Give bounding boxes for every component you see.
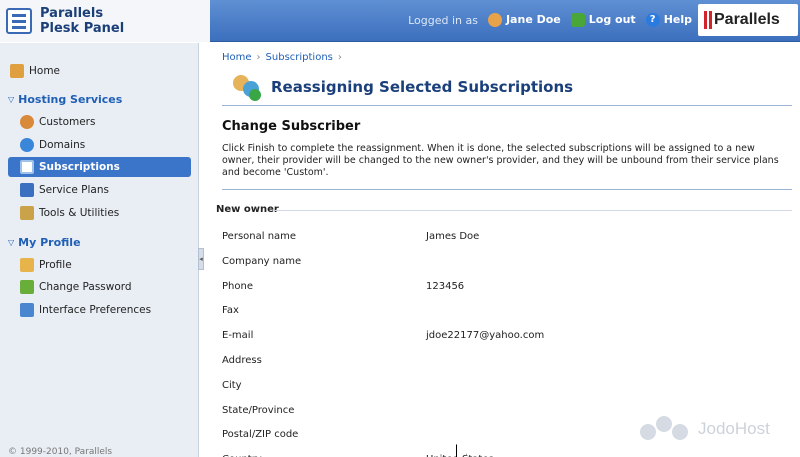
user-icon bbox=[487, 13, 502, 27]
sidebar-collapse-handle[interactable]: ◂ bbox=[198, 248, 204, 270]
product-name-line1: Parallels bbox=[40, 6, 104, 21]
product-name-line2: Plesk Panel bbox=[40, 21, 125, 36]
field-label: Company name bbox=[222, 255, 302, 267]
field-label: State/Province bbox=[222, 404, 295, 416]
breadcrumb: Home › Subscriptions › bbox=[222, 52, 347, 63]
sidebar: Home ▽ Hosting Services Customers Domain… bbox=[0, 43, 199, 457]
group-title-new-owner: New owner bbox=[216, 204, 279, 215]
user-name: Jane Doe bbox=[505, 13, 561, 26]
help-link[interactable]: ? Help bbox=[645, 13, 692, 27]
page-title: Reassigning Selected Subscriptions bbox=[271, 78, 574, 96]
section-heading: Change Subscriber bbox=[222, 119, 361, 134]
field-value: James Doe bbox=[426, 231, 480, 242]
sidebar-item-tools[interactable]: Tools & Utilities bbox=[8, 203, 191, 223]
tools-icon bbox=[20, 206, 34, 220]
help-icon: ? bbox=[645, 13, 660, 27]
sidebar-item-label: Interface Preferences bbox=[39, 304, 152, 316]
sidebar-item-subscriptions[interactable]: Subscriptions bbox=[8, 157, 191, 177]
section-my-profile[interactable]: ▽ My Profile bbox=[8, 236, 81, 249]
product-name: Parallels Plesk Panel bbox=[40, 6, 124, 36]
section-hosting-services[interactable]: ▽ Hosting Services bbox=[8, 93, 122, 106]
divider bbox=[222, 105, 792, 106]
field-label: Postal/ZIP code bbox=[222, 429, 299, 441]
sidebar-item-label: Tools & Utilities bbox=[39, 207, 120, 219]
home-icon bbox=[10, 64, 24, 78]
collapse-triangle-icon: ▽ bbox=[8, 95, 15, 104]
sidebar-item-label: Customers bbox=[39, 116, 96, 128]
copyright: © 1999-2010, Parallels bbox=[8, 447, 113, 457]
sidebar-item-interface-preferences[interactable]: Interface Preferences bbox=[8, 300, 191, 320]
plesk-logo-icon bbox=[6, 8, 32, 34]
customers-icon bbox=[20, 115, 34, 129]
sidebar-item-label: Profile bbox=[39, 259, 72, 271]
watermark-text: JodoHost bbox=[698, 419, 770, 438]
sidebar-item-label: Change Password bbox=[39, 281, 132, 293]
field-row: Fax bbox=[222, 305, 782, 323]
section-label: Hosting Services bbox=[18, 93, 123, 106]
profile-card-icon bbox=[20, 258, 34, 272]
sidebar-item-label: Subscriptions bbox=[39, 161, 120, 173]
field-label: Fax bbox=[222, 305, 239, 317]
field-row: Company name bbox=[222, 256, 782, 274]
watermark-people-icon bbox=[640, 414, 692, 444]
collapse-triangle-icon: ▽ bbox=[8, 238, 15, 247]
page-header: Reassigning Selected Subscriptions bbox=[231, 71, 573, 103]
field-row: Phone 123456 bbox=[222, 281, 782, 299]
sidebar-item-service-plans[interactable]: Service Plans bbox=[8, 180, 191, 200]
field-label: Phone bbox=[222, 280, 253, 292]
logout-icon bbox=[570, 13, 585, 27]
sidebar-item-home[interactable]: Home bbox=[8, 61, 191, 81]
top-header: Parallels Plesk Panel Logged in as Jane … bbox=[0, 0, 800, 42]
sidebar-item-customers[interactable]: Customers bbox=[8, 112, 191, 132]
subscriptions-icon bbox=[20, 160, 34, 174]
breadcrumb-subscriptions[interactable]: Subscriptions bbox=[266, 52, 333, 63]
field-value: jdoe22177@yahoo.com bbox=[426, 330, 545, 342]
field-row: E-mail jdoe22177@yahoo.com bbox=[222, 330, 782, 348]
section-label: My Profile bbox=[18, 236, 81, 249]
service-plans-icon bbox=[20, 183, 34, 197]
field-row: Personal name James Doe bbox=[222, 231, 782, 249]
field-label: Address bbox=[222, 355, 262, 366]
sidebar-item-profile[interactable]: Profile bbox=[8, 255, 191, 275]
preferences-icon bbox=[20, 303, 34, 317]
watermark: JodoHost bbox=[640, 414, 770, 444]
description-text: Click Finish to complete the reassignmen… bbox=[222, 143, 779, 178]
logout-link[interactable]: Log out bbox=[570, 13, 636, 27]
field-label: E-mail bbox=[222, 330, 254, 342]
header-user-area: Logged in as Jane Doe Log out ? Help bbox=[408, 0, 692, 40]
sidebar-item-change-password[interactable]: Change Password bbox=[8, 277, 191, 297]
domains-globe-icon bbox=[20, 138, 34, 152]
parallels-brand-logo[interactable]: Parallels bbox=[698, 4, 798, 36]
user-link[interactable]: Jane Doe bbox=[487, 13, 561, 27]
field-row: Address bbox=[222, 355, 782, 373]
field-label: City bbox=[222, 379, 242, 391]
field-label: Personal name bbox=[222, 231, 297, 242]
reassign-users-icon bbox=[231, 73, 263, 101]
breadcrumb-separator: › bbox=[256, 52, 261, 63]
sidebar-item-label: Domains bbox=[39, 139, 86, 151]
divider bbox=[222, 189, 792, 190]
sidebar-item-label: Home bbox=[29, 65, 61, 77]
breadcrumb-home[interactable]: Home bbox=[222, 52, 252, 63]
breadcrumb-separator: › bbox=[337, 52, 342, 63]
main-content: Home › Subscriptions › Reassigning Selected… bbox=[205, 43, 800, 457]
divider bbox=[275, 210, 792, 211]
sidebar-item-label: Service Plans bbox=[39, 184, 109, 196]
logout-label: Log out bbox=[588, 13, 636, 26]
key-icon bbox=[20, 280, 34, 294]
help-label: Help bbox=[663, 13, 692, 26]
sidebar-item-domains[interactable]: Domains bbox=[8, 135, 191, 155]
logged-in-as-label: Logged in as bbox=[408, 13, 478, 27]
field-value: 123456 bbox=[426, 280, 465, 292]
product-logo[interactable]: Parallels Plesk Panel bbox=[0, 0, 210, 42]
field-row: City bbox=[222, 380, 782, 398]
